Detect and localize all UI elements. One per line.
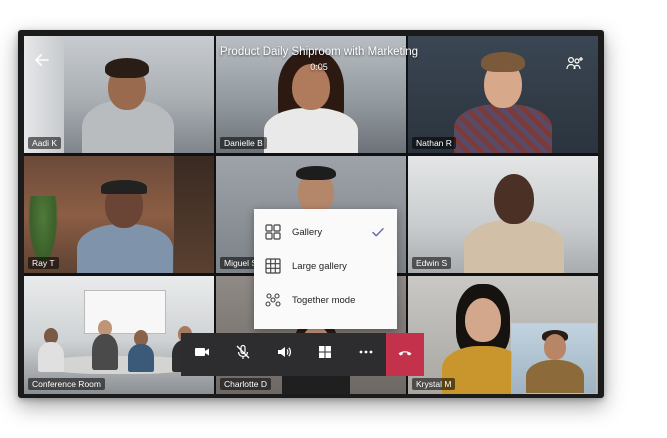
self-view[interactable] (511, 323, 597, 394)
speaker-icon (276, 344, 292, 365)
meeting-header: Product Daily Shiproom with Marketing 0:… (174, 46, 464, 72)
participant-name: Krystal M (412, 378, 456, 390)
participant-video (524, 328, 584, 393)
meeting-title: Product Daily Shiproom with Marketing (219, 46, 419, 58)
participant-name: Aadi K (28, 137, 62, 149)
menu-item-together-mode[interactable]: Together mode (254, 285, 397, 315)
participant-video (458, 162, 568, 273)
menu-item-gallery[interactable]: Gallery (254, 217, 397, 247)
together-mode-icon (264, 291, 282, 309)
hang-up-button[interactable] (386, 333, 424, 376)
bookshelf (174, 156, 214, 273)
meeting-screen: Aadi K Danielle B Nathan R Ray T Miguel … (24, 36, 598, 394)
participant-name: Danielle B (220, 137, 267, 149)
back-arrow-icon[interactable] (34, 52, 50, 68)
speaker-button[interactable] (263, 333, 304, 376)
more-icon (358, 344, 374, 365)
menu-item-label: Together mode (292, 294, 356, 306)
participant-video (448, 42, 558, 153)
call-control-bar (181, 333, 424, 376)
participant-video (69, 166, 179, 273)
participant-name: Charlotte D (220, 378, 271, 390)
checkmark-icon (371, 225, 385, 239)
camera-icon (194, 344, 210, 365)
participant-name: Nathan R (412, 137, 456, 149)
video-tile[interactable]: Edwin S (408, 156, 598, 273)
more-options-button[interactable] (345, 333, 386, 376)
participant-name: Conference Room (28, 378, 105, 390)
layout-button[interactable] (304, 333, 345, 376)
menu-item-label: Gallery (292, 226, 323, 238)
add-people-icon[interactable] (566, 56, 584, 72)
video-tile[interactable]: Ray T (24, 156, 214, 273)
plant-decoration (28, 196, 58, 266)
mic-muted-icon (235, 344, 251, 365)
hang-up-icon (397, 344, 413, 365)
mic-button[interactable] (222, 333, 263, 376)
layout-menu: Gallery Large gallery Together mode (254, 209, 397, 329)
large-gallery-icon (264, 257, 282, 275)
layout-icon (317, 344, 333, 365)
camera-button[interactable] (181, 333, 222, 376)
gallery-icon (264, 223, 282, 241)
menu-item-label: Large gallery (292, 260, 347, 272)
participant-name: Ray T (28, 257, 59, 269)
meeting-timer: 0:05 (310, 62, 328, 72)
participant-video (72, 50, 182, 153)
menu-item-large-gallery[interactable]: Large gallery (254, 251, 397, 281)
participant-name: Edwin S (412, 257, 452, 269)
